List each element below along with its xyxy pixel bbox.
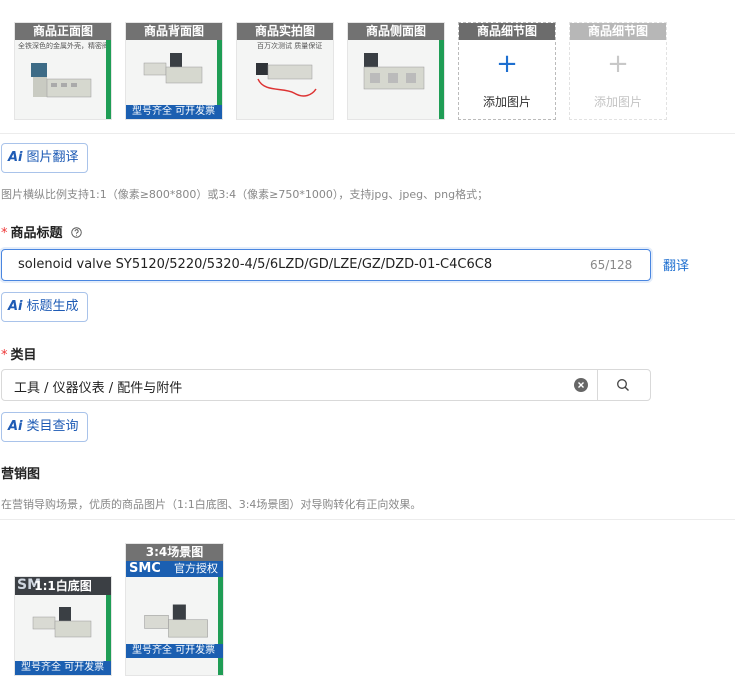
green-stripe — [106, 40, 111, 119]
category-field-label: * 类目 — [1, 348, 37, 363]
plus-icon: + — [607, 49, 629, 79]
green-stripe — [439, 40, 444, 119]
solenoid-valve-image — [31, 63, 92, 98]
plus-icon: + — [496, 49, 518, 79]
category-select[interactable]: 工具 / 仪器仪表 / 配件与附件 — [1, 369, 651, 401]
image-slot-caption: 商品正面图 — [15, 23, 111, 40]
image-slot-caption: 商品实拍图 — [237, 23, 333, 40]
title-translate-link[interactable]: 翻译 — [663, 255, 689, 274]
title-field-label: * 商品标题 — [1, 222, 82, 241]
image-slot-caption: 商品细节图 — [570, 23, 666, 40]
green-stripe — [218, 577, 223, 675]
category-query-button[interactable]: Ai 类目查询 — [1, 412, 88, 442]
button-label: 类目查询 — [26, 419, 79, 434]
brand-logo-text: SMC — [129, 561, 161, 576]
marketing-images-label: 营销图 — [1, 467, 41, 482]
image-overlay-banner: 型号齐全 可开发票 — [126, 105, 222, 119]
add-image-slot-detail-disabled: 商品细节图 + 添加图片 — [569, 22, 667, 120]
image-slot-caption: 商品细节图 — [459, 23, 555, 40]
question-circle-icon[interactable] — [71, 227, 82, 238]
image-overlay-banner: 型号齐全 可开发票 — [15, 661, 111, 675]
search-icon[interactable] — [616, 378, 630, 392]
image-slot-caption: 商品背面图 — [126, 23, 222, 40]
image-translate-button[interactable]: Ai 图片翻译 — [1, 143, 88, 173]
category-value: 工具 / 仪器仪表 / 配件与附件 — [14, 381, 183, 396]
image-slot-caption: 商品侧面图 — [348, 23, 444, 40]
brand-tag-text: 官方授权 — [174, 562, 218, 575]
button-label: 标题生成 — [26, 299, 79, 314]
ai-icon: Ai — [8, 150, 23, 165]
solenoid-valve-image — [143, 53, 203, 84]
image-slot-live[interactable]: 商品实拍图 百万次测试 质量保证 — [236, 22, 334, 120]
title-generate-button[interactable]: Ai 标题生成 — [1, 292, 88, 322]
add-image-label: 添加图片 — [593, 95, 642, 109]
add-image-slot-detail[interactable]: 商品细节图 + 添加图片 — [458, 22, 556, 120]
clear-circle-icon[interactable] — [574, 378, 588, 392]
solenoid-valve-image — [363, 53, 425, 90]
solenoid-valve-image — [256, 63, 317, 97]
image-slot-caption: 3:4场景图 — [126, 544, 223, 561]
image-slot-back[interactable]: 商品背面图 型号齐全 可开发票 — [125, 22, 223, 120]
image-overlay-text: 百万次测试 质量保证 — [257, 42, 323, 50]
title-input-value: solenoid valve SY5120/5220/5320-4/5/6LZD… — [18, 257, 493, 272]
divider — [0, 519, 735, 520]
marketing-image-portrait[interactable]: 3:4场景图 SMC 官方授权 型号齐全 可开发票 — [125, 543, 224, 676]
solenoid-valve-image — [144, 604, 208, 638]
title-input[interactable]: solenoid valve SY5120/5220/5320-4/5/6LZD… — [1, 249, 651, 281]
ai-icon: Ai — [8, 419, 23, 434]
divider — [597, 370, 598, 400]
ai-icon: Ai — [8, 299, 23, 314]
image-overlay-text: 全铁深色的金属外壳，精密阀芯设计 — [18, 42, 111, 50]
image-slot-caption: 1:1白底图 — [34, 579, 92, 593]
brand-banner: SMC 官方授权 — [126, 561, 223, 577]
title-char-counter: 65/128 — [590, 258, 633, 272]
divider — [0, 133, 735, 134]
required-mark: * — [1, 348, 8, 363]
required-mark: * — [1, 226, 8, 241]
marketing-images-hint: 在营销导购场景，优质的商品图片（1:1白底图、3:4场景图）对导购转化有正向效果… — [1, 498, 422, 511]
image-slot-side[interactable]: 商品侧面图 — [347, 22, 445, 120]
image-format-hint: 图片横纵比例支持1:1（像素≥800*800）或3:4（像素≥750*1000）… — [1, 188, 489, 201]
solenoid-valve-image — [32, 607, 92, 638]
add-image-label: 添加图片 — [482, 95, 531, 109]
marketing-image-square[interactable]: SM 1:1白底图 型号齐全 可开发票 — [14, 576, 112, 676]
image-overlay-banner: 型号齐全 可开发票 — [126, 644, 223, 658]
button-label: 图片翻译 — [26, 150, 79, 165]
image-slot-front[interactable]: 商品正面图 全铁深色的金属外壳，精密阀芯设计 — [14, 22, 112, 120]
